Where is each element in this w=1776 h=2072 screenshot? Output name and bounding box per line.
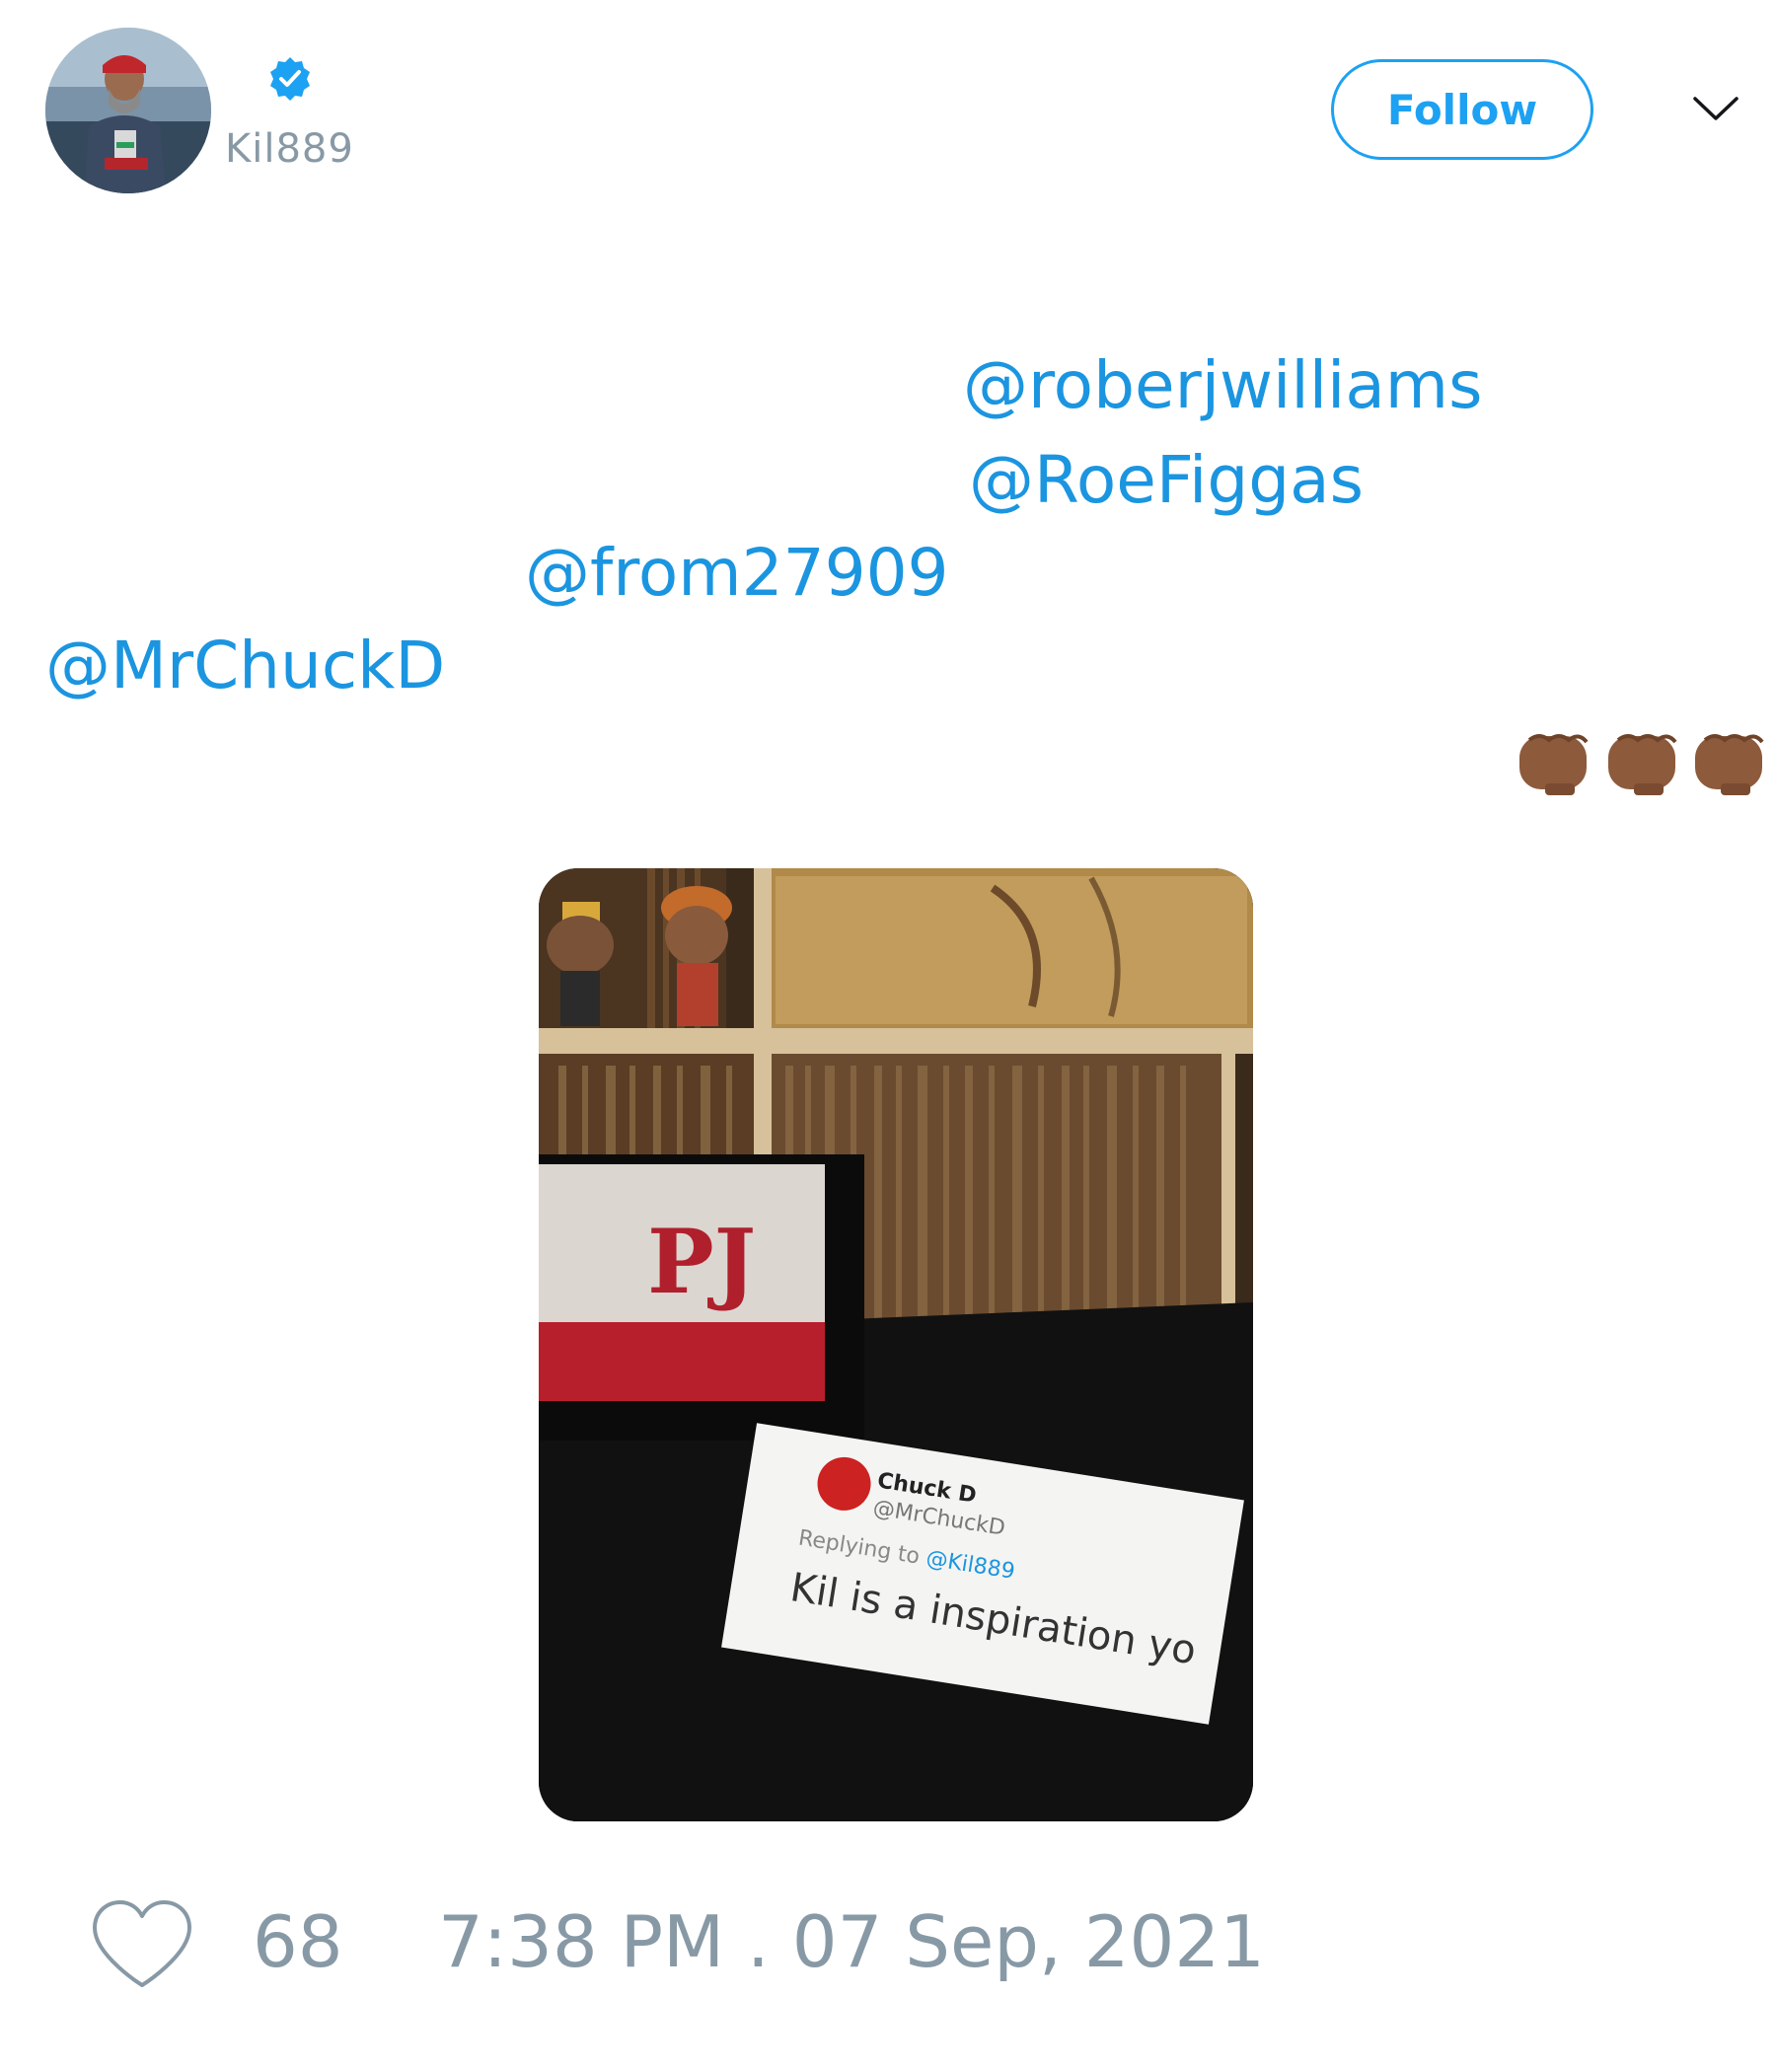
like-count: 68 xyxy=(253,1900,343,1983)
svg-text:PJ: PJ xyxy=(647,1210,756,1314)
verified-badge-icon xyxy=(266,55,314,103)
mention-link[interactable]: @MrChuckD xyxy=(45,633,445,699)
avatar-image xyxy=(45,28,211,193)
chevron-down-icon[interactable] xyxy=(1691,89,1740,128)
printed-reply-handle: @Kil889 xyxy=(924,1546,1017,1585)
printed-reply-prefix: Replying to xyxy=(796,1525,922,1570)
fist-bump-emoji xyxy=(1516,726,1768,797)
tweet-photo[interactable]: PJ Chuck D @MrChuckD Replying to @Kil889… xyxy=(539,868,1253,1821)
avatar[interactable] xyxy=(45,28,211,193)
tweet-timestamp[interactable]: 7:38 PM . 07 Sep, 2021 xyxy=(438,1906,1265,1977)
mention-link[interactable]: @RoeFiggas xyxy=(969,448,1364,513)
mention-link[interactable]: @from27909 xyxy=(525,541,949,606)
printed-avatar-icon xyxy=(813,1453,875,1515)
heart-icon[interactable] xyxy=(89,1898,195,1993)
follow-button[interactable]: Follow xyxy=(1331,59,1593,160)
tweet-card: Kil889 Follow @roberjwilliams @RoeFiggas… xyxy=(0,0,1776,2072)
author-handle[interactable]: Kil889 xyxy=(225,126,354,172)
mention-link[interactable]: @roberjwilliams xyxy=(963,353,1483,418)
